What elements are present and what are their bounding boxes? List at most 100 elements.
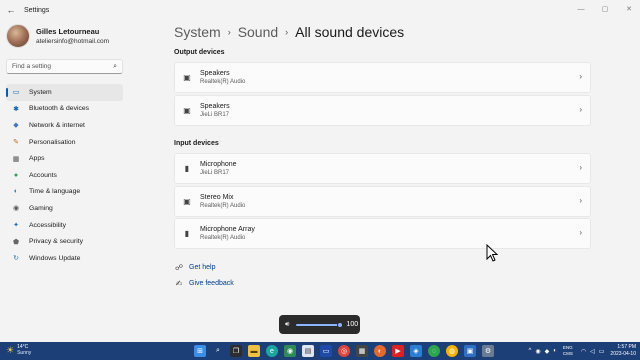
output-device-card[interactable]: ▣ Speakers Realtek(R) Audio › (174, 62, 591, 93)
language-indicator[interactable]: ENG CMS (563, 345, 573, 357)
speaker-icon: ▣ (183, 73, 191, 82)
app-tray-icon[interactable]: ◐ (553, 348, 557, 355)
page-title: All sound devices (295, 24, 405, 40)
mouse-cursor-icon (486, 244, 498, 262)
device-name: Speakers (200, 70, 230, 77)
sidebar-item-time-language[interactable]: ◐ Time & language (6, 184, 123, 201)
sidebar-item-windows-update[interactable]: ↻ Windows Update (6, 250, 123, 267)
sidebar-item-label: Personalisation (29, 138, 76, 146)
sidebar-item-label: Accounts (29, 171, 57, 179)
app-icon[interactable]: ◌ (428, 345, 440, 357)
app-icon[interactable]: ◈ (410, 345, 422, 357)
search-input[interactable]: Find a setting ⌕ (6, 59, 123, 74)
app-icon[interactable]: ▣ (464, 345, 476, 357)
sidebar-item-label: Accessibility (29, 221, 67, 229)
input-device-card[interactable]: ▮ Microphone Array Realtek(R) Audio › (174, 218, 591, 249)
clock[interactable]: 1:57 PM 2023-04-10 (610, 344, 636, 358)
device-driver: Realtek(R) Audio (200, 235, 246, 241)
volume-tray-icon[interactable]: ◁ (590, 348, 595, 355)
title-bar: ← Settings — ▢ ✕ (0, 0, 640, 20)
get-help-label: Get help (189, 264, 216, 271)
time-language-icon: ◐ (13, 188, 19, 196)
sidebar-item-system[interactable]: ▭ System (6, 84, 123, 101)
app-icon[interactable]: ◉ (284, 345, 296, 357)
volume-flyout: 🔊︎ 100 (279, 315, 360, 334)
chevron-right-icon: › (579, 72, 582, 81)
give-feedback-link[interactable]: ✍ Give feedback (174, 279, 234, 288)
windows-update-icon: ↻ (13, 255, 19, 263)
app-icon[interactable]: ▦ (356, 345, 368, 357)
sidebar-item-accessibility[interactable]: ✦ Accessibility (6, 217, 123, 234)
sidebar-item-personalisation[interactable]: ✎ Personalisation (6, 134, 123, 151)
sidebar-item-label: Apps (29, 155, 45, 163)
sidebar-item-privacy-security[interactable]: ⬟ Privacy & security (6, 233, 123, 250)
chevron-right-icon: › (227, 27, 231, 37)
app-icon[interactable]: ◎ (338, 345, 350, 357)
battery-icon[interactable]: ▭ (599, 348, 605, 355)
sidebar: Gilles Letourneau ateliersinfo@hotmail.c… (0, 20, 130, 342)
maximize-button[interactable]: ▢ (598, 2, 612, 16)
weather-widget[interactable]: ☀ 14°C Sunny (6, 344, 31, 356)
accounts-icon: ● (13, 171, 19, 179)
speaker-icon: ▣ (183, 106, 191, 115)
device-name: Microphone (200, 161, 237, 168)
input-device-card[interactable]: ▣ Stereo Mix Realtek(R) Audio › (174, 186, 591, 217)
chrome-icon[interactable]: ◍ (446, 345, 458, 357)
sidebar-item-accounts[interactable]: ● Accounts (6, 167, 123, 184)
profile-name: Gilles Letourneau (36, 27, 100, 36)
task-view-icon[interactable]: ❐ (230, 345, 242, 357)
sidebar-item-network-internet[interactable]: ◆ Network & internet (6, 117, 123, 134)
settings-icon[interactable]: ⚙ (482, 345, 494, 357)
sidebar-item-label: Network & internet (29, 121, 85, 129)
volume-slider[interactable] (296, 321, 344, 328)
input-device-card[interactable]: ▮ Microphone JieLi BR17 › (174, 153, 591, 184)
sidebar-item-bluetooth-devices[interactable]: ✱ Bluetooth & devices (6, 101, 123, 118)
chevron-up-icon[interactable]: ^ (529, 348, 532, 355)
output-device-card[interactable]: ▣ Speakers JieLi BR17 › (174, 95, 591, 126)
input-devices-heading: Input devices (174, 140, 219, 147)
device-name: Stereo Mix (200, 194, 234, 201)
wifi-icon[interactable]: ◠ (581, 348, 586, 355)
notepad-icon[interactable]: ▤ (302, 345, 314, 357)
taskbar-apps: ⊞ ⌕ ❐ ▬ e ◉ ▤ ▭ ◎ ▦ ◐ ▶ ◈ ◌ ◍ ▣ ⚙ (194, 345, 494, 357)
breadcrumb-sound[interactable]: Sound (238, 24, 278, 40)
search-icon: ⌕ (113, 62, 117, 70)
volume-value: 100 (346, 321, 359, 328)
sun-icon: ☀ (6, 344, 15, 355)
app-icon[interactable]: ▭ (320, 345, 332, 357)
firefox-icon[interactable]: ◐ (374, 345, 386, 357)
volume-icon[interactable]: 🔊︎ (285, 321, 289, 329)
sidebar-item-apps[interactable]: ▦ Apps (6, 150, 123, 167)
minimize-button[interactable]: — (574, 2, 588, 16)
get-help-link[interactable]: ☍ Get help (174, 263, 216, 272)
speaker-icon: ▣ (183, 197, 191, 206)
output-devices-heading: Output devices (174, 49, 225, 56)
feedback-icon: ✍ (175, 279, 183, 288)
device-driver: Realtek(R) Audio (200, 203, 246, 209)
sidebar-item-label: Gaming (29, 204, 53, 212)
device-name: Speakers (200, 103, 230, 110)
give-feedback-label: Give feedback (189, 280, 234, 287)
weather-condition: Sunny (17, 350, 32, 356)
user-profile[interactable]: Gilles Letourneau ateliersinfo@hotmail.c… (6, 24, 109, 48)
app-tray-icon[interactable]: ◉ (535, 348, 540, 355)
youtube-icon[interactable]: ▶ (392, 345, 404, 357)
device-name: Microphone Array (200, 226, 255, 233)
back-arrow-icon[interactable]: ← (4, 3, 18, 17)
start-icon[interactable]: ⊞ (194, 345, 206, 357)
edge-icon[interactable]: e (266, 345, 278, 357)
breadcrumb-system[interactable]: System (174, 24, 221, 40)
volume-slider-thumb[interactable] (337, 321, 344, 328)
file-explorer-icon[interactable]: ▬ (248, 345, 260, 357)
close-button[interactable]: ✕ (622, 2, 636, 16)
accessibility-icon: ✦ (13, 222, 19, 230)
sidebar-item-label: Windows Update (29, 254, 81, 262)
sidebar-item-gaming[interactable]: ◉ Gaming (6, 200, 123, 217)
device-driver: JieLi BR17 (200, 112, 230, 118)
app-title: Settings (24, 6, 50, 14)
sidebar-item-label: Privacy & security (29, 238, 84, 246)
bluetooth-devices-icon: ✱ (13, 105, 19, 113)
search-icon[interactable]: ⌕ (212, 345, 224, 357)
app-tray-icon[interactable]: ◆ (545, 348, 550, 355)
microphone-icon: ▮ (184, 229, 190, 238)
